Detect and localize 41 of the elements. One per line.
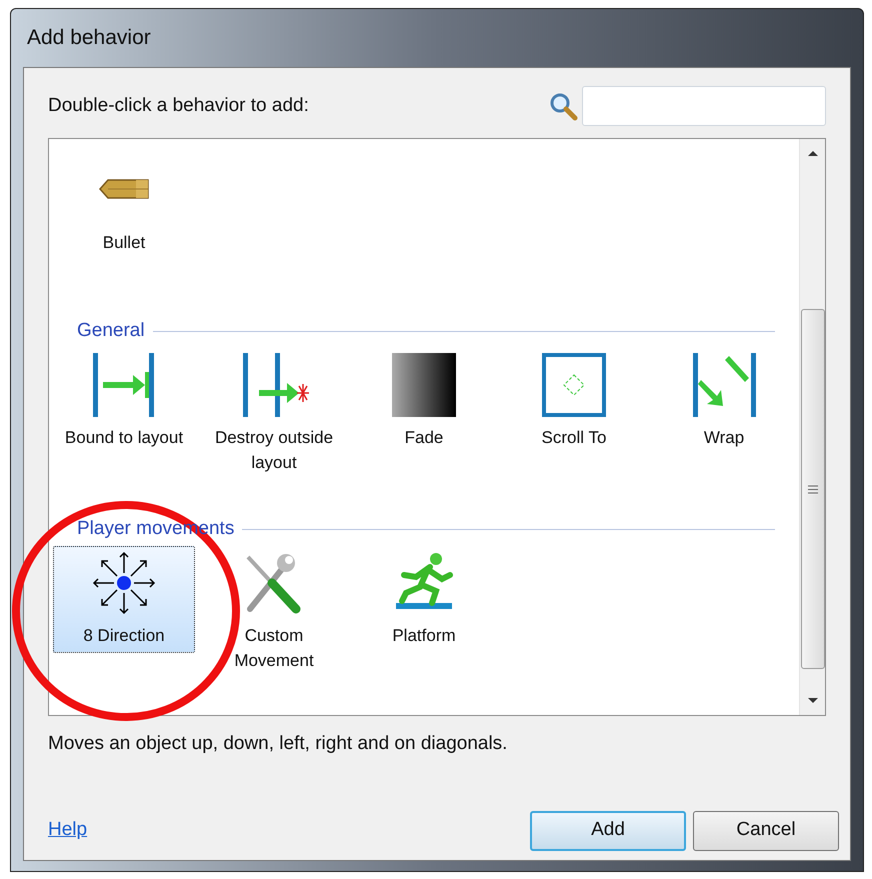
scroll-frame-icon [542, 353, 606, 417]
destroy-arrow-icon [243, 353, 309, 417]
behavior-item[interactable]: Custom Movement [203, 546, 345, 678]
window-title: Add behavior [27, 25, 151, 52]
behavior-item[interactable]: 8 Direction [53, 546, 195, 653]
bound-arrow-icon [93, 353, 154, 417]
help-link[interactable]: Help [48, 816, 530, 845]
behavior-item[interactable]: Destroy outside layout [203, 348, 345, 480]
category-heading: General [77, 318, 146, 343]
behavior-description: Moves an object up, down, left, right and on diagonals. [48, 732, 508, 756]
wrap-arrow-icon [693, 353, 756, 417]
grip-icon [808, 484, 818, 494]
add-button[interactable]: Add [530, 810, 686, 850]
cancel-button[interactable]: Cancel [693, 810, 839, 850]
behavior-label: Fade [404, 427, 444, 449]
eight-arrows-icon [92, 552, 156, 614]
prompt-label: Double-click a behavior to add: [48, 94, 310, 118]
bullet-icon [99, 179, 149, 199]
behavior-item[interactable]: Bullet [53, 151, 195, 260]
scrollbar-thumb[interactable] [800, 309, 824, 669]
behavior-label: Bound to layout [64, 427, 184, 449]
behavior-label: 8 Direction [82, 625, 166, 647]
scroll-up-icon[interactable] [806, 149, 818, 157]
fade-gradient-icon [392, 353, 456, 417]
behavior-item[interactable]: Bound to layout [53, 348, 195, 455]
behavior-item[interactable]: Scroll To [503, 348, 645, 455]
search-icon [548, 91, 578, 121]
behavior-label: Platform [391, 625, 457, 647]
behavior-label: Destroy outside layout [214, 427, 334, 474]
running-figure-icon [396, 553, 453, 609]
behavior-item[interactable]: Fade [353, 348, 495, 455]
scroll-down-icon[interactable] [806, 697, 818, 705]
behavior-label: Wrap [702, 427, 746, 449]
scrollbar[interactable] [799, 139, 825, 715]
behavior-label: Bullet [102, 232, 146, 254]
behavior-label: Scroll To [540, 427, 608, 449]
behavior-label: Custom Movement [233, 625, 315, 672]
search-field[interactable] [582, 86, 826, 126]
behavior-item[interactable]: Platform [353, 546, 495, 653]
wrench-screwdriver-icon [246, 554, 300, 614]
behavior-item[interactable]: Wrap [653, 348, 795, 455]
